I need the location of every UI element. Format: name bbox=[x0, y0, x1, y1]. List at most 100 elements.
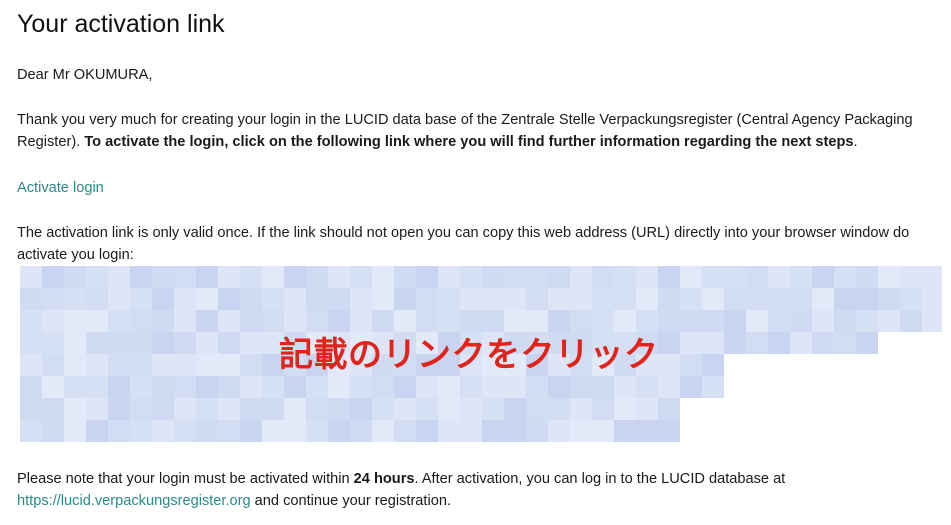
blur-tile bbox=[658, 398, 680, 420]
blur-tile bbox=[394, 288, 416, 310]
blur-tile bbox=[86, 354, 108, 376]
blur-tile bbox=[878, 288, 900, 310]
blur-tile bbox=[394, 310, 416, 332]
blur-tile bbox=[130, 266, 152, 288]
blur-tile bbox=[218, 266, 240, 288]
blur-tile bbox=[152, 266, 174, 288]
blur-tile bbox=[108, 266, 130, 288]
blur-tile bbox=[592, 376, 614, 398]
blur-tile bbox=[416, 420, 438, 442]
blur-tile bbox=[284, 376, 306, 398]
blur-tile bbox=[174, 376, 196, 398]
blur-tile bbox=[86, 332, 108, 354]
blur-tile bbox=[636, 420, 658, 442]
blur-tile bbox=[790, 288, 812, 310]
blur-tile bbox=[108, 332, 130, 354]
blur-tile bbox=[614, 266, 636, 288]
blur-tile bbox=[724, 332, 746, 354]
blur-tile bbox=[636, 266, 658, 288]
blur-tile bbox=[592, 288, 614, 310]
blur-tile bbox=[922, 266, 942, 288]
blur-tile bbox=[306, 288, 328, 310]
blur-tile bbox=[86, 398, 108, 420]
blur-tile bbox=[526, 376, 548, 398]
blur-tile bbox=[416, 398, 438, 420]
blur-tile bbox=[482, 420, 504, 442]
blur-tile bbox=[86, 266, 108, 288]
blur-tile bbox=[460, 266, 482, 288]
blur-tile bbox=[218, 398, 240, 420]
blur-tile bbox=[548, 310, 570, 332]
blur-tile bbox=[504, 376, 526, 398]
blur-tile bbox=[790, 332, 812, 354]
blur-tile bbox=[636, 288, 658, 310]
blur-tile bbox=[658, 354, 680, 376]
blur-tile bbox=[724, 288, 746, 310]
blur-tile bbox=[460, 310, 482, 332]
blur-tile bbox=[152, 398, 174, 420]
blur-tile bbox=[658, 332, 680, 354]
blur-tile bbox=[878, 310, 900, 332]
blur-tile bbox=[438, 376, 460, 398]
blur-tile bbox=[372, 288, 394, 310]
blur-tile bbox=[42, 288, 64, 310]
blur-tile bbox=[240, 420, 262, 442]
blur-tile bbox=[372, 266, 394, 288]
blur-tile bbox=[856, 332, 878, 354]
blur-tile bbox=[790, 310, 812, 332]
blur-tile bbox=[658, 288, 680, 310]
blur-tile bbox=[240, 398, 262, 420]
blur-tile bbox=[900, 266, 922, 288]
blur-tile bbox=[526, 420, 548, 442]
blur-tile bbox=[174, 332, 196, 354]
blur-tile bbox=[790, 266, 812, 288]
lucid-url-link[interactable]: https://lucid.verpackungsregister.org bbox=[17, 493, 251, 509]
blur-tile bbox=[20, 376, 42, 398]
blur-tile bbox=[108, 354, 130, 376]
blur-tile bbox=[614, 398, 636, 420]
blur-tile bbox=[812, 310, 834, 332]
blur-tile bbox=[284, 310, 306, 332]
blur-tile bbox=[372, 420, 394, 442]
blur-tile bbox=[284, 288, 306, 310]
blur-tile bbox=[834, 288, 856, 310]
blur-tile bbox=[284, 398, 306, 420]
activate-login-link[interactable]: Activate login bbox=[17, 180, 104, 196]
blur-tile bbox=[922, 310, 942, 332]
blur-tile bbox=[262, 420, 284, 442]
blur-tile bbox=[174, 310, 196, 332]
blur-tile bbox=[570, 376, 592, 398]
blur-tile bbox=[130, 398, 152, 420]
blur-tile bbox=[64, 310, 86, 332]
blur-tile bbox=[394, 420, 416, 442]
blur-tile bbox=[746, 288, 768, 310]
blur-tile bbox=[130, 310, 152, 332]
blur-tile bbox=[614, 420, 636, 442]
blur-tile bbox=[196, 376, 218, 398]
blur-tile bbox=[834, 310, 856, 332]
blur-tile bbox=[306, 376, 328, 398]
blur-tile bbox=[394, 398, 416, 420]
blur-tile bbox=[460, 288, 482, 310]
note-text-2: . After activation, you can log in to th… bbox=[414, 471, 786, 487]
blur-tile bbox=[724, 310, 746, 332]
blur-tile bbox=[702, 376, 724, 398]
note-paragraph: Please note that your login must be acti… bbox=[17, 468, 942, 512]
blur-tile bbox=[284, 266, 306, 288]
blur-tile bbox=[20, 398, 42, 420]
activate-paragraph: Activate login bbox=[17, 177, 104, 199]
blur-tile bbox=[350, 310, 372, 332]
blur-tile bbox=[658, 420, 680, 442]
blur-tile bbox=[42, 398, 64, 420]
blur-tile bbox=[504, 420, 526, 442]
blur-tile bbox=[240, 310, 262, 332]
blur-tile bbox=[174, 266, 196, 288]
blur-tile bbox=[636, 376, 658, 398]
blur-tile bbox=[218, 310, 240, 332]
blur-tile bbox=[306, 310, 328, 332]
blur-tile bbox=[416, 376, 438, 398]
blur-tile bbox=[86, 420, 108, 442]
blur-tile bbox=[592, 420, 614, 442]
blur-tile bbox=[108, 288, 130, 310]
blur-tile bbox=[680, 310, 702, 332]
